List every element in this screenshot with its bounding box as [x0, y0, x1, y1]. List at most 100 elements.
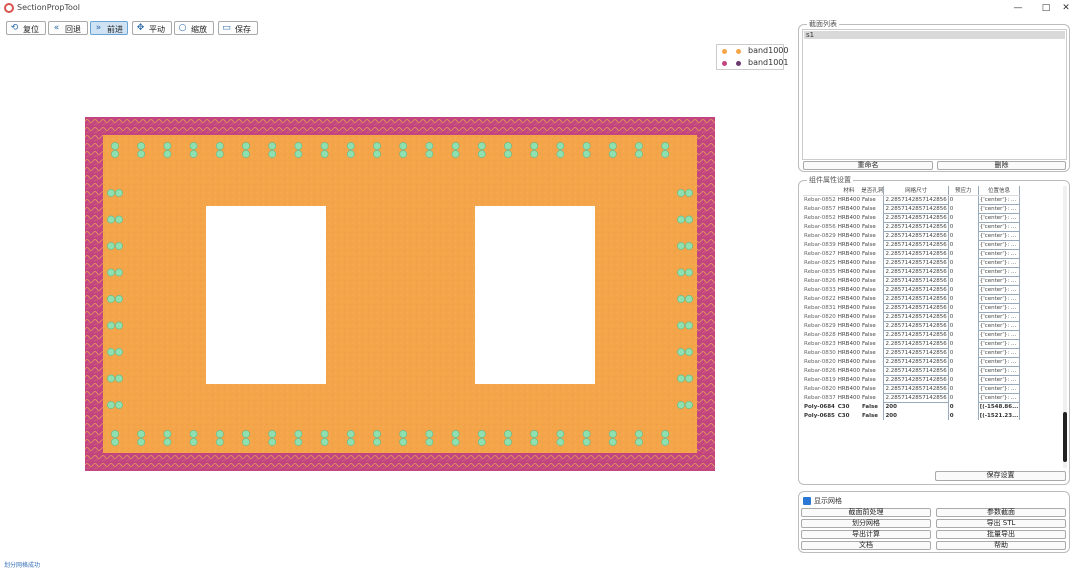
- pan-button[interactable]: ✥ 平动: [132, 21, 172, 35]
- table-cell-flag[interactable]: False: [861, 393, 884, 402]
- table-cell-pos[interactable]: {'center'}: ...: [977, 312, 1021, 322]
- table-row[interactable]: Rebar-0819 HRB400 False 2.2857142857142856 0…: [803, 375, 1021, 385]
- table-cell-pos[interactable]: {'center'}: ...: [977, 222, 1021, 232]
- table-cell-flag[interactable]: False: [861, 357, 884, 366]
- table-cell-pos[interactable]: {'center'}: ...: [977, 240, 1021, 250]
- table-cell-pre[interactable]: 0: [948, 357, 978, 366]
- section-canvas[interactable]: [85, 117, 715, 471]
- table-cell-pos[interactable]: {'center'}: ...: [977, 303, 1021, 313]
- props-table[interactable]: 材料 是否孔洞 网格尺寸 预应力 位置信息 Rebar-0852 HRB400 Fa…: [803, 186, 1061, 468]
- table-cell-mat[interactable]: HRB400: [837, 222, 861, 231]
- table-cell-pre[interactable]: 0: [948, 402, 978, 411]
- table-cell-mat[interactable]: HRB400: [837, 195, 861, 204]
- table-cell-mat[interactable]: HRB400: [837, 330, 861, 339]
- table-cell-pre[interactable]: 0: [948, 393, 978, 402]
- table-cell-pos[interactable]: {'center'}: ...: [977, 339, 1021, 349]
- param-section-button[interactable]: 参数截面: [936, 508, 1066, 517]
- table-row[interactable]: Rebar-0826 HRB400 False 2.2857142857142856 0…: [803, 366, 1021, 376]
- table-cell-id[interactable]: Rebar-0826: [803, 276, 837, 285]
- table-row[interactable]: Rebar-0823 HRB400 False 2.2857142857142856 0…: [803, 339, 1021, 349]
- table-row[interactable]: Rebar-0852 HRB400 False 2.2857142857142856 0…: [803, 195, 1021, 205]
- table-row[interactable]: Rebar-0828 HRB400 False 2.2857142857142856 0…: [803, 330, 1021, 340]
- table-cell-id[interactable]: Poly-0684: [803, 402, 837, 411]
- table-cell-id[interactable]: Rebar-0820: [803, 384, 837, 393]
- table-cell-size[interactable]: 2.2857142857142856: [883, 222, 949, 232]
- table-cell-flag[interactable]: False: [861, 384, 884, 393]
- table-cell-pos[interactable]: {'center'}: ...: [977, 231, 1021, 241]
- table-cell-size[interactable]: 2.2857142857142856: [883, 285, 949, 295]
- table-cell-id[interactable]: Rebar-0857: [803, 204, 837, 213]
- table-cell-pos[interactable]: {'center'}: ...: [977, 285, 1021, 295]
- table-cell-pos[interactable]: {'center'}: ...: [977, 393, 1021, 403]
- delete-button[interactable]: 删除: [937, 161, 1066, 170]
- table-cell-flag[interactable]: False: [861, 285, 884, 294]
- table-row[interactable]: Rebar-0835 HRB400 False 2.2857142857142856 0…: [803, 267, 1021, 277]
- table-cell-flag[interactable]: False: [861, 375, 884, 384]
- table-cell-id[interactable]: Rebar-0826: [803, 366, 837, 375]
- table-row[interactable]: Rebar-0822 HRB400 False 2.2857142857142856 0…: [803, 294, 1021, 304]
- table-cell-id[interactable]: Rebar-0819: [803, 375, 837, 384]
- export-calc-button[interactable]: 导出计算: [801, 530, 931, 539]
- table-cell-size[interactable]: 2.2857142857142856: [883, 213, 949, 223]
- table-cell-mat[interactable]: HRB400: [837, 366, 861, 375]
- table-cell-flag[interactable]: False: [861, 276, 884, 285]
- table-cell-pre[interactable]: 0: [948, 294, 978, 303]
- table-row[interactable]: Rebar-0839 HRB400 False 2.2857142857142856 0…: [803, 240, 1021, 250]
- redo-button[interactable]: » 前进: [90, 21, 128, 35]
- table-cell-mat[interactable]: HRB400: [837, 258, 861, 267]
- table-cell-mat[interactable]: HRB400: [837, 357, 861, 366]
- table-row[interactable]: Rebar-0829 HRB400 False 2.2857142857142856 0…: [803, 231, 1021, 241]
- table-cell-id[interactable]: Rebar-0829: [803, 231, 837, 240]
- table-cell-size[interactable]: 2.2857142857142856: [883, 375, 949, 385]
- table-cell-mat[interactable]: HRB400: [837, 348, 861, 357]
- table-row[interactable]: Rebar-0827 HRB400 False 2.2857142857142856 0…: [803, 249, 1021, 259]
- col-header-material[interactable]: 材料: [836, 186, 861, 196]
- table-cell-pre[interactable]: 0: [948, 267, 978, 276]
- table-cell-flag[interactable]: False: [861, 411, 884, 420]
- table-cell-flag[interactable]: False: [861, 303, 884, 312]
- zoom-button[interactable]: ○ 缩放: [174, 21, 214, 35]
- table-cell-pre[interactable]: 0: [948, 330, 978, 339]
- table-row[interactable]: Rebar-0829 HRB400 False 2.2857142857142856 0…: [803, 321, 1021, 331]
- table-row[interactable]: Rebar-0856 HRB400 False 2.2857142857142856 0…: [803, 222, 1021, 232]
- table-cell-flag[interactable]: False: [861, 321, 884, 330]
- table-cell-mat[interactable]: HRB400: [837, 384, 861, 393]
- docs-button[interactable]: 文档: [801, 541, 931, 550]
- table-cell-pos[interactable]: {'center'}: ...: [977, 375, 1021, 385]
- table-cell-pre[interactable]: 0: [948, 249, 978, 258]
- table-cell-flag[interactable]: False: [861, 240, 884, 249]
- table-cell-size[interactable]: 200: [883, 402, 949, 411]
- table-cell-size[interactable]: 2.2857142857142856: [883, 204, 949, 214]
- table-cell-size[interactable]: 2.2857142857142856: [883, 357, 949, 367]
- table-cell-size[interactable]: 2.2857142857142856: [883, 195, 949, 205]
- table-cell-pre[interactable]: 0: [948, 213, 978, 222]
- table-cell-pre[interactable]: 0: [948, 375, 978, 384]
- table-cell-mat[interactable]: HRB400: [837, 249, 861, 258]
- table-cell-pos[interactable]: {'center'}: ...: [977, 204, 1021, 214]
- table-cell-pos[interactable]: {'center'}: ...: [977, 330, 1021, 340]
- table-cell-id[interactable]: Rebar-0830: [803, 348, 837, 357]
- table-cell-pos[interactable]: [(-1548.86...: [977, 402, 1021, 411]
- col-header-position[interactable]: 位置信息: [977, 186, 1021, 196]
- table-row[interactable]: Poly-0685 C30 False 200 0 [(-1521.23...: [803, 411, 1021, 420]
- batch-export-button[interactable]: 批量导出: [936, 530, 1066, 539]
- table-cell-pos[interactable]: {'center'}: ...: [977, 384, 1021, 394]
- table-cell-size[interactable]: 2.2857142857142856: [883, 330, 949, 340]
- table-cell-id[interactable]: Rebar-0835: [803, 267, 837, 276]
- table-cell-mat[interactable]: HRB400: [837, 303, 861, 312]
- minimize-button[interactable]: —: [1004, 1, 1032, 15]
- table-scrollbar[interactable]: [1063, 186, 1067, 468]
- table-row[interactable]: Rebar-0831 HRB400 False 2.2857142857142856 0…: [803, 303, 1021, 313]
- table-cell-id[interactable]: Rebar-0837: [803, 393, 837, 402]
- table-cell-pre[interactable]: 0: [948, 285, 978, 294]
- table-cell-id[interactable]: Rebar-0823: [803, 339, 837, 348]
- table-cell-size[interactable]: 2.2857142857142856: [883, 276, 949, 286]
- col-header-prestress[interactable]: 预应力: [948, 186, 979, 196]
- table-cell-flag[interactable]: False: [861, 402, 884, 411]
- table-cell-size[interactable]: 2.2857142857142856: [883, 339, 949, 349]
- col-header-mesh-size[interactable]: 网格尺寸: [883, 186, 949, 196]
- table-cell-id[interactable]: Rebar-0852: [803, 213, 837, 222]
- table-cell-pre[interactable]: 0: [948, 195, 978, 204]
- table-cell-pos[interactable]: {'center'}: ...: [977, 195, 1021, 205]
- col-header-hole[interactable]: 是否孔洞: [860, 186, 884, 196]
